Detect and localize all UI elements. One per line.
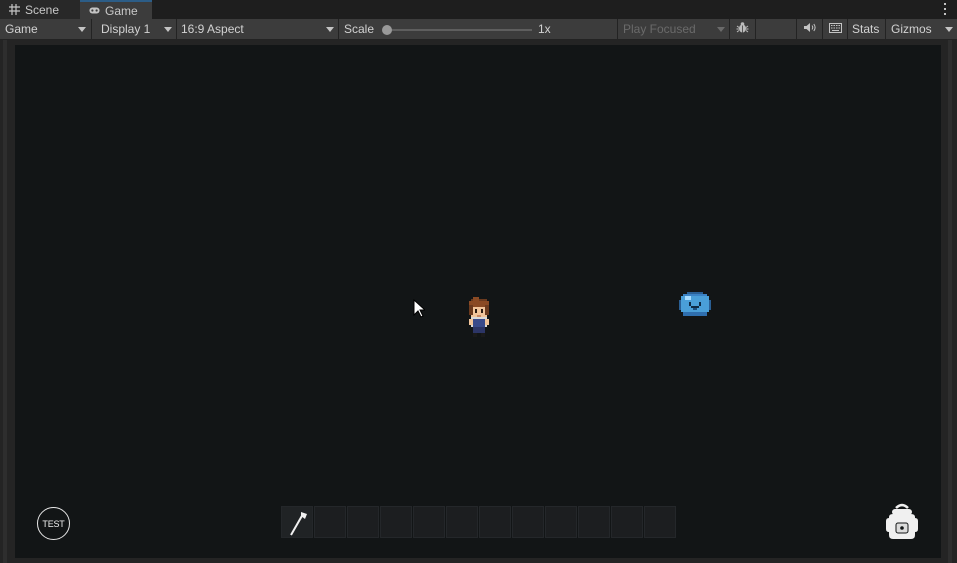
- mute-audio-button[interactable]: [797, 19, 822, 39]
- gizmos-label: Gizmos: [891, 22, 932, 36]
- scale-value: 1x: [533, 19, 573, 39]
- chevron-down-icon: [164, 27, 172, 32]
- hotbar-slot[interactable]: [578, 506, 610, 538]
- aspect-label: 16:9 Aspect: [181, 22, 244, 36]
- more-options-icon[interactable]: [943, 3, 947, 15]
- chevron-down-icon: [326, 27, 334, 32]
- tab-scene-label: Scene: [25, 2, 60, 17]
- hotbar-slot[interactable]: [479, 506, 511, 538]
- keyboard-icon: [828, 22, 842, 36]
- hotbar-slot[interactable]: [611, 506, 643, 538]
- mouse-cursor-icon: [413, 298, 427, 321]
- aspect-dropdown[interactable]: 16:9 Aspect: [176, 19, 338, 39]
- speaker-icon: [803, 22, 816, 36]
- debug-bug-button[interactable]: [730, 19, 755, 39]
- hotbar-slot[interactable]: [347, 506, 379, 538]
- view-mode-label: Game: [5, 22, 38, 36]
- player-character: [463, 297, 495, 346]
- right-letterbox: [948, 40, 952, 563]
- tab-game[interactable]: Game: [80, 0, 152, 19]
- display-dropdown[interactable]: Display 1: [96, 19, 176, 39]
- scale-label: Scale: [339, 19, 384, 39]
- chevron-down-icon: [717, 27, 725, 32]
- display-label: Display 1: [101, 22, 151, 36]
- keyboard-shortcuts-button[interactable]: [823, 19, 847, 39]
- hotbar-slot[interactable]: [512, 506, 544, 538]
- play-mode-dropdown[interactable]: Play Focused: [618, 19, 729, 39]
- left-letterbox: [3, 40, 7, 563]
- test-button-label: TEST: [42, 518, 65, 529]
- stats-label: Stats: [852, 22, 880, 36]
- scale-slider-track[interactable]: [387, 29, 532, 31]
- test-button[interactable]: TEST: [37, 507, 70, 540]
- hotbar-slot[interactable]: [446, 506, 478, 538]
- hotbar-slot[interactable]: [281, 506, 313, 538]
- stats-button[interactable]: Stats: [847, 19, 885, 39]
- backpack-icon[interactable]: [884, 503, 920, 544]
- scale-value-text: 1x: [538, 22, 551, 36]
- scale-slider-thumb[interactable]: [382, 25, 392, 35]
- play-mode-label: Play Focused: [623, 22, 696, 36]
- hotbar-slot[interactable]: [545, 506, 577, 538]
- hotbar-slot[interactable]: [413, 506, 445, 538]
- grid-icon: [9, 4, 20, 15]
- gizmos-dropdown[interactable]: Gizmos: [886, 19, 957, 39]
- chevron-down-icon: [945, 27, 953, 32]
- bug-icon: [736, 21, 749, 37]
- inventory-hotbar: [281, 506, 676, 538]
- hotbar-slot[interactable]: [380, 506, 412, 538]
- tab-game-label: Game: [105, 3, 138, 18]
- hotbar-slot[interactable]: [644, 506, 676, 538]
- tab-scene[interactable]: Scene: [0, 0, 80, 19]
- view-mode-dropdown[interactable]: Game: [0, 19, 90, 39]
- axe-icon: [288, 510, 310, 539]
- editor-tab-bar: Scene Game: [0, 0, 957, 19]
- gamepad-icon: [89, 5, 100, 16]
- blue-slime-enemy: [679, 290, 711, 321]
- chevron-down-icon: [78, 27, 86, 32]
- hotbar-slot[interactable]: [314, 506, 346, 538]
- scale-label-text: Scale: [344, 22, 375, 36]
